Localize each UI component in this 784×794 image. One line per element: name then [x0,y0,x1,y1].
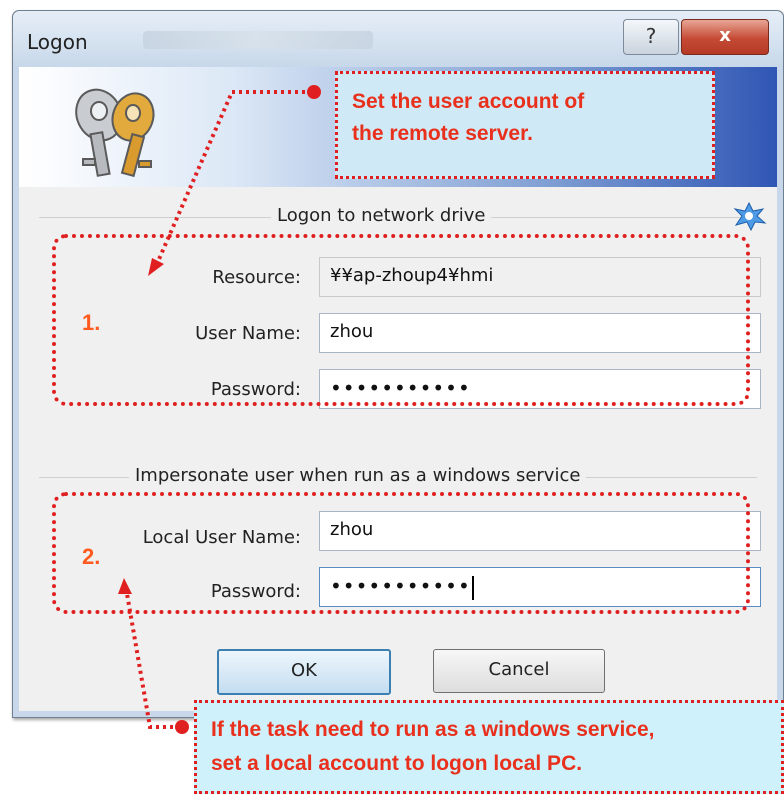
callout-line: the remote server. [352,122,533,145]
arrow-origin-dot [175,720,189,734]
network-fields-highlight [52,234,750,406]
service-group-title: Impersonate user when run as a windows s… [129,465,587,486]
keys-icon [75,88,155,178]
title-bar[interactable]: Logon ? x [13,11,783,67]
server-account-callout: Set the user account of the remote serve… [335,71,715,179]
cancel-button[interactable]: Cancel [433,649,605,693]
network-group-title: Logon to network drive [271,205,492,226]
windows-service-callout: If the task need to run as a windows ser… [194,700,784,794]
header-banner: Set the user account of the remote serve… [19,67,777,187]
callout-line: Set the user account of [352,90,585,113]
callout-line: set a local account to logon local PC. [211,752,583,775]
service-fields-highlight [52,492,750,614]
close-button[interactable]: x [681,19,769,55]
window-title: Logon [27,30,88,54]
step-two-label: 2. [82,544,101,569]
ok-button[interactable]: OK [217,649,391,695]
step-one-label: 1. [82,310,101,335]
network-settings-icon[interactable] [731,201,767,231]
callout-line: If the task need to run as a windows ser… [211,718,655,741]
help-button[interactable]: ? [623,19,679,55]
title-blurred-text [143,31,373,49]
